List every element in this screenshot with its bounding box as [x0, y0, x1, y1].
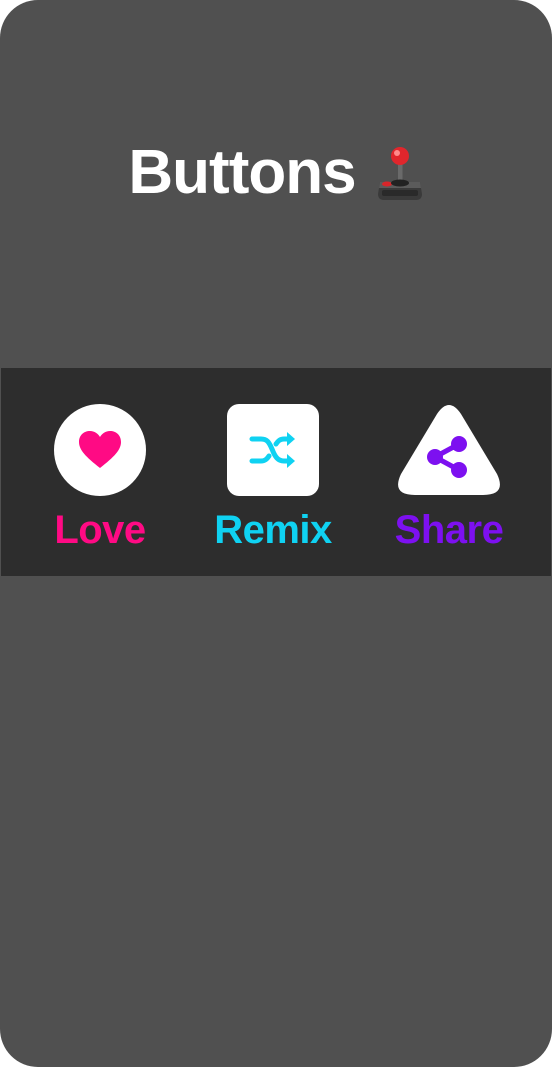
remix-button[interactable]: Remix [183, 368, 363, 576]
page-title: Buttons [128, 137, 356, 207]
share-button[interactable]: Share [359, 368, 539, 576]
love-button-circle [54, 404, 146, 496]
heart-icon [79, 431, 121, 468]
button-bar: Love Remix Share [1, 368, 551, 576]
love-button[interactable]: Love [10, 368, 190, 576]
shuffle-icon [249, 432, 295, 468]
header: Buttons [0, 132, 552, 212]
share-button-triangle [398, 404, 500, 496]
remix-label: Remix [214, 508, 332, 552]
remix-button-square [227, 404, 319, 496]
app-screen: Buttons Love Remix Share [0, 0, 552, 1067]
share-label: Share [394, 508, 504, 552]
joystick-icon [376, 146, 424, 202]
love-label: Love [54, 508, 146, 552]
